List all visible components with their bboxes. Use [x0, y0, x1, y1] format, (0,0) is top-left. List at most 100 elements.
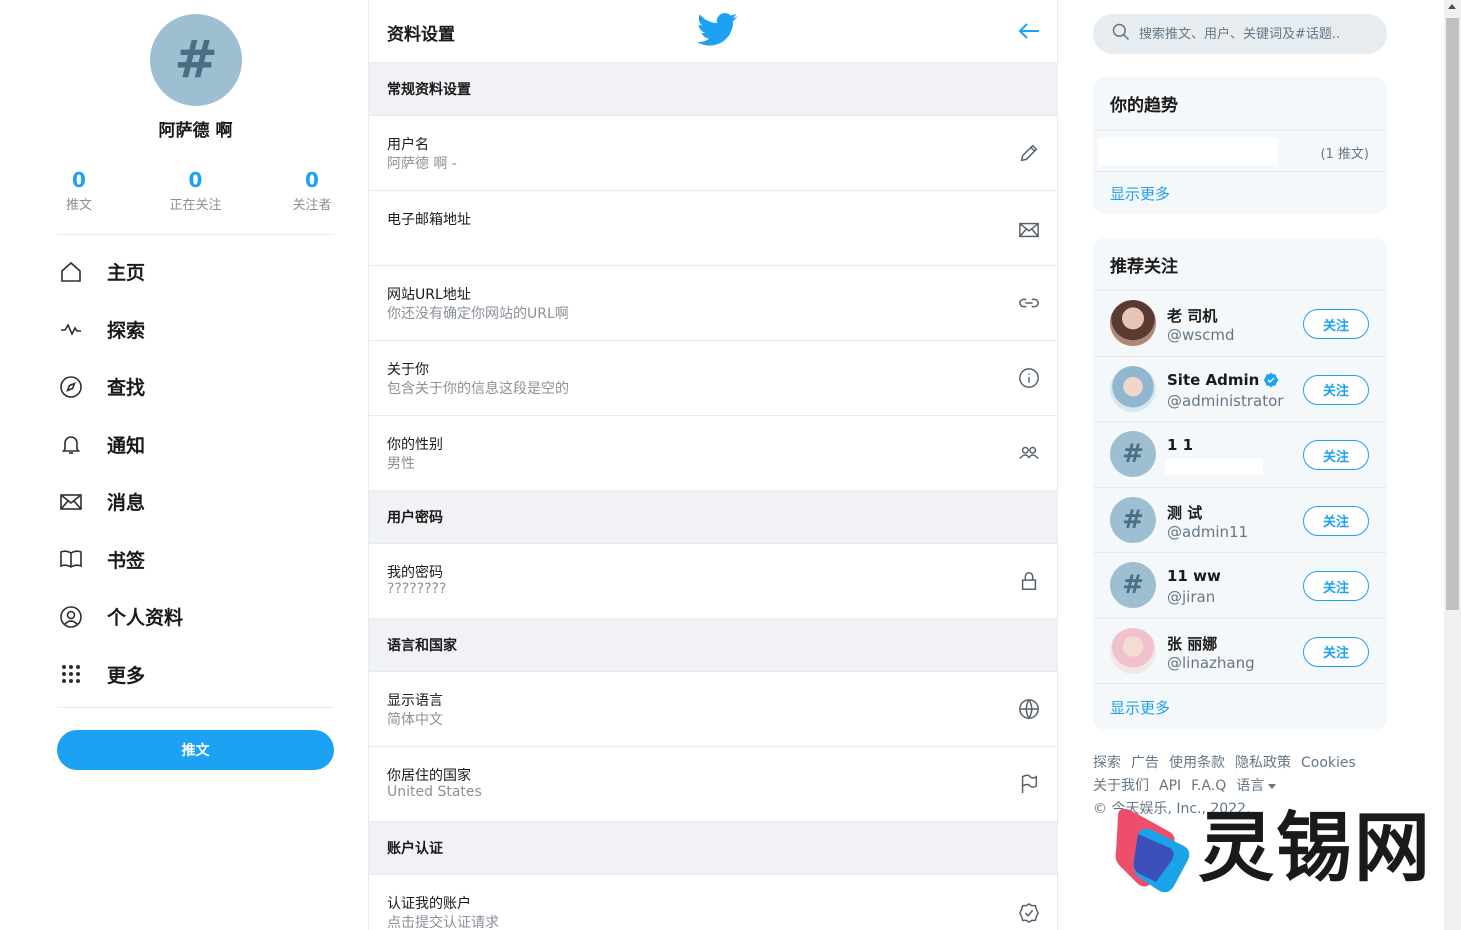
footer-link[interactable]: 探索 [1093, 755, 1121, 771]
nav-label: 消息 [107, 492, 146, 515]
footer-link[interactable]: F.A.Q [1191, 778, 1226, 794]
stat-following[interactable]: 0 正在关注 [169, 168, 221, 213]
user-name[interactable]: 1 1 [1167, 436, 1193, 454]
setting-country[interactable]: 你居住的国家 United States [369, 747, 1057, 822]
recommend-user[interactable]: 老 司机 @wscmd 关注 [1093, 291, 1387, 357]
follow-button[interactable]: 关注 [1303, 309, 1369, 339]
follow-button[interactable]: 关注 [1303, 440, 1369, 470]
recommend-user[interactable]: 张 丽娜 @linazhang 关注 [1093, 619, 1387, 684]
section-language: 语言和国家 [369, 619, 1057, 672]
setting-value: United States [387, 784, 482, 800]
back-arrow-icon[interactable] [1017, 20, 1041, 42]
footer-link[interactable]: Cookies [1301, 755, 1356, 771]
setting-label: 显示语言 [387, 693, 443, 709]
setting-label: 认证我的账户 [387, 896, 471, 912]
setting-gender[interactable]: 你的性别 男性 [369, 416, 1057, 491]
language-dropdown[interactable]: 语言 [1236, 778, 1277, 794]
globe-icon[interactable] [1017, 697, 1041, 721]
recommend-user[interactable]: # 11 ww @jiran 关注 [1093, 553, 1387, 619]
user-name-text: 张 丽娜 [1167, 634, 1218, 653]
stat-tweets[interactable]: 0 推文 [59, 168, 99, 213]
recommend-user[interactable]: # 测 试 @admin11 关注 [1093, 488, 1387, 553]
setting-label: 我的密码 [387, 565, 443, 581]
nav-item-home[interactable]: 主页 [57, 243, 334, 301]
people-icon[interactable] [1017, 441, 1041, 465]
nav-item-more[interactable]: 更多 [57, 646, 334, 704]
recommend-user[interactable]: # 1 1 关注 [1093, 422, 1387, 488]
stat-label: 关注者 [292, 198, 332, 213]
setting-display-language[interactable]: 显示语言 简体中文 [369, 672, 1057, 747]
recommend-card: 推荐关注 老 司机 @wscmd 关注 Site Admin @administ… [1093, 238, 1387, 730]
avatar[interactable] [1110, 365, 1156, 412]
follow-button[interactable]: 关注 [1303, 505, 1369, 536]
profile-avatar[interactable]: # [150, 14, 242, 106]
section-verification: 账户认证 [369, 822, 1057, 875]
twitter-bird-icon[interactable] [697, 12, 739, 48]
follow-button[interactable]: 关注 [1303, 571, 1369, 601]
info-icon[interactable] [1017, 366, 1041, 390]
nav-item-explore[interactable]: 探索 [57, 301, 334, 359]
footer-link[interactable]: 使用条款 [1169, 755, 1225, 771]
stat-number: 0 [305, 168, 319, 192]
search-input[interactable] [1139, 26, 1369, 42]
divider [57, 707, 334, 708]
user-name[interactable]: 11 ww [1167, 567, 1221, 585]
follow-button[interactable]: 关注 [1303, 374, 1369, 405]
avatar[interactable]: # [1110, 562, 1156, 608]
lock-icon[interactable] [1017, 569, 1041, 593]
link-icon[interactable] [1017, 291, 1041, 315]
nav-item-notifications[interactable]: 通知 [57, 416, 334, 474]
setting-verify[interactable]: 认证我的账户 点击提交认证请求 [369, 875, 1057, 930]
footer-link[interactable]: 广告 [1131, 755, 1159, 771]
setting-value: 包含关于你的信息这段是空的 [387, 381, 569, 397]
setting-value: 阿萨德 啊 - [387, 156, 457, 172]
user-name-text: 老 司机 [1167, 307, 1218, 325]
stat-label: 推文 [65, 198, 92, 213]
setting-username[interactable]: 用户名 阿萨德 啊 - [369, 116, 1057, 191]
recommend-user[interactable]: Site Admin @administrator 关注 [1093, 357, 1387, 422]
trends-show-more[interactable]: 显示更多 [1093, 172, 1387, 214]
footer-link[interactable]: API [1159, 778, 1181, 794]
flag-icon[interactable] [1017, 772, 1041, 796]
caret-down-icon [1268, 783, 1277, 789]
avatar[interactable] [1110, 300, 1156, 346]
setting-website[interactable]: 网站URL地址 你还没有确定你网站的URL啊 [369, 266, 1057, 341]
badge-check-icon[interactable] [1017, 901, 1041, 925]
nav-label: 书签 [107, 549, 146, 572]
stat-followers[interactable]: 0 关注者 [292, 168, 332, 213]
trend-item[interactable]: (1 推文) [1093, 131, 1387, 172]
footer-link[interactable]: 隐私政策 [1235, 755, 1291, 771]
avatar[interactable]: # [1110, 496, 1156, 543]
user-name[interactable]: 张 丽娜 [1167, 633, 1217, 654]
nav-item-bookmarks[interactable]: 书签 [57, 531, 334, 589]
footer-links-row-1: 探索 广告 使用条款 隐私政策 Cookies [1093, 752, 1387, 775]
avatar[interactable]: # [1110, 431, 1156, 477]
nav-item-messages[interactable]: 消息 [57, 473, 334, 531]
trend-topic [1098, 138, 1278, 165]
user-name[interactable]: Site Admin [1167, 371, 1279, 389]
scroll-up-arrow-icon[interactable] [1448, 4, 1456, 9]
setting-email[interactable]: 电子邮箱地址 [369, 191, 1057, 266]
page-scrollbar[interactable] [1444, 0, 1461, 930]
scroll-thumb[interactable] [1446, 18, 1459, 610]
envelope-icon[interactable] [1017, 218, 1041, 242]
nav-label: 探索 [107, 319, 146, 342]
recommend-show-more[interactable]: 显示更多 [1093, 684, 1387, 730]
follow-button[interactable]: 关注 [1303, 636, 1369, 667]
search-bar[interactable] [1093, 14, 1387, 54]
profile-name[interactable]: 阿萨德 啊 [57, 116, 334, 141]
avatar[interactable] [1110, 627, 1156, 674]
home-icon [57, 258, 85, 286]
nav-item-profile[interactable]: 个人资料 [57, 588, 334, 646]
stat-number: 0 [188, 168, 203, 192]
nav-item-find[interactable]: 查找 [57, 358, 334, 416]
setting-label: 关于你 [387, 362, 429, 378]
pencil-icon[interactable] [1017, 141, 1041, 165]
tweet-button[interactable]: 推文 [57, 730, 334, 770]
footer-link[interactable]: 关于我们 [1093, 778, 1149, 794]
user-name[interactable]: 老 司机 [1167, 305, 1217, 326]
setting-about[interactable]: 关于你 包含关于你的信息这段是空的 [369, 341, 1057, 416]
setting-password[interactable]: 我的密码 ???????? [369, 544, 1057, 619]
user-name[interactable]: 测 试 [1167, 502, 1202, 523]
setting-label: 你的性别 [387, 437, 443, 453]
